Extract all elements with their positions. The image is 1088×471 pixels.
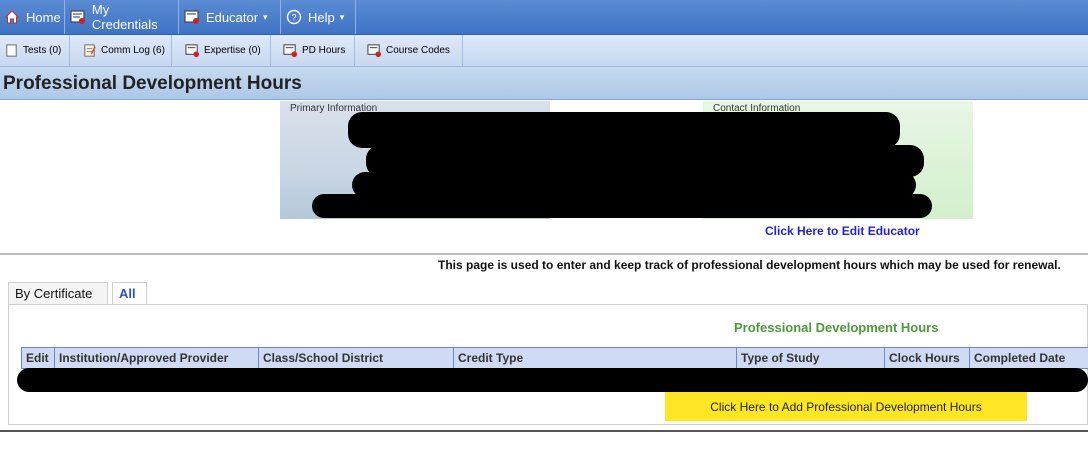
subnav-tests[interactable]: Tests (0) xyxy=(0,35,70,66)
page-title: Professional Development Hours xyxy=(3,73,302,94)
svg-text:?: ? xyxy=(291,13,296,23)
nav-home[interactable]: Home xyxy=(0,0,65,34)
column-header-completed-date: Completed Date xyxy=(969,348,1088,368)
tab-all-label: All xyxy=(119,286,136,301)
course-codes-icon xyxy=(367,44,382,58)
notepad-icon xyxy=(84,44,96,57)
nav-educator[interactable]: Educator ▾ xyxy=(180,0,281,34)
nav-help[interactable]: ? Help ▾ xyxy=(282,0,356,34)
add-pd-hours-button[interactable]: Click Here to Add Professional Developme… xyxy=(665,392,1027,421)
dropdown-icon: ▾ xyxy=(339,11,344,22)
educator-icon xyxy=(184,10,199,24)
nav-home-label: Home xyxy=(26,9,61,25)
subnav-comm-log-label: Comm Log (6) xyxy=(101,45,165,56)
section-heading: Professional Development Hours xyxy=(734,320,939,335)
page-title-bar: Professional Development Hours xyxy=(0,67,1088,100)
divider xyxy=(0,253,1088,255)
help-icon: ? xyxy=(286,9,302,25)
column-header-class-district: Class/School District xyxy=(258,348,453,368)
subnav-expertise[interactable]: Expertise (0) xyxy=(181,35,271,66)
subnav-course-codes[interactable]: Course Codes xyxy=(363,35,463,66)
credentials-icon xyxy=(70,10,85,24)
column-header-edit: Edit xyxy=(21,348,54,368)
edit-educator-link[interactable]: Click Here to Edit Educator xyxy=(765,224,920,238)
column-header-credit-type: Credit Type xyxy=(453,348,736,368)
column-header-clock-hours: Clock Hours xyxy=(884,348,969,368)
subnav-pd-hours-label: PD Hours xyxy=(302,45,346,56)
pd-hours-icon xyxy=(283,44,298,58)
top-nav-bar: Home My Credentials Educator ▾ ? Help ▾ xyxy=(0,0,1088,35)
redaction-mark xyxy=(348,112,900,148)
tab-by-certificate[interactable]: By Certificate xyxy=(8,282,108,304)
tab-all[interactable]: All xyxy=(112,282,147,304)
nav-my-credentials[interactable]: My Credentials xyxy=(66,0,179,34)
pd-hours-table-header: Edit Institution/Approved Provider Class… xyxy=(21,347,1088,369)
page-description: This page is used to enter and keep trac… xyxy=(438,258,1061,272)
dropdown-icon: ▾ xyxy=(263,11,267,22)
tab-by-certificate-label: By Certificate xyxy=(15,286,93,301)
column-header-type-of-study: Type of Study xyxy=(736,348,884,368)
subnav-tests-label: Tests (0) xyxy=(23,45,62,56)
redaction-mark xyxy=(312,194,932,218)
subnav-expertise-label: Expertise (0) xyxy=(204,45,261,56)
nav-help-label: Help xyxy=(308,9,335,25)
subnav-comm-log[interactable]: Comm Log (6) xyxy=(78,35,172,66)
expertise-icon xyxy=(185,44,200,58)
nav-educator-label: Educator xyxy=(206,9,259,25)
subnav-course-codes-label: Course Codes xyxy=(386,45,450,56)
page-icon xyxy=(6,44,17,57)
divider xyxy=(0,430,1088,432)
column-header-institution: Institution/Approved Provider xyxy=(54,348,258,368)
redaction-mark xyxy=(17,368,1088,392)
subnav-pd-hours[interactable]: PD Hours xyxy=(279,35,355,66)
sub-nav-bar: Tests (0) Comm Log (6) Expertise (0) PD … xyxy=(0,35,1088,67)
home-icon xyxy=(4,10,20,24)
nav-my-credentials-label: My Credentials xyxy=(91,2,158,32)
